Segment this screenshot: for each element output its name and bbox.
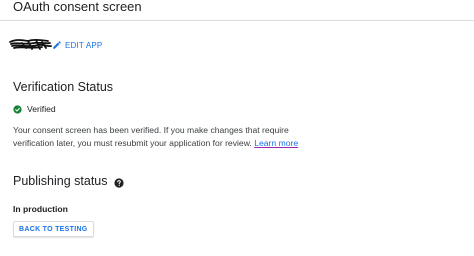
verification-status-heading: Verification Status <box>13 80 114 94</box>
redaction-scribble-icon <box>9 38 52 50</box>
publishing-status-value: In production <box>13 204 68 214</box>
help-icon[interactable] <box>114 178 124 188</box>
verified-status: Verified <box>13 104 56 114</box>
learn-more-link[interactable]: Learn more <box>254 138 298 148</box>
check-circle-icon <box>13 104 22 114</box>
verified-label: Verified <box>27 104 56 114</box>
edit-app-label: EDIT APP <box>65 40 103 50</box>
header-bar: OAuth consent screen <box>0 0 474 21</box>
back-to-testing-button[interactable]: BACK TO TESTING <box>13 221 94 237</box>
help-circle-icon <box>114 178 124 188</box>
description-line-1: Your consent screen has been verified. I… <box>13 125 289 135</box>
description-line-2-text: verification later, you must resubmit yo… <box>13 137 252 148</box>
description-line-2: verification later, you must resubmit yo… <box>13 137 333 150</box>
redacted-app-name <box>8 35 52 55</box>
verification-description: Your consent screen has been verified. I… <box>13 124 333 149</box>
oauth-consent-page: OAuth consent screen EDIT APP Verificati… <box>0 0 474 256</box>
page-title: OAuth consent screen <box>13 0 142 14</box>
edit-app-button[interactable]: EDIT APP <box>52 40 102 50</box>
publishing-status-heading: Publishing status <box>13 174 108 188</box>
pencil-icon <box>53 41 61 49</box>
